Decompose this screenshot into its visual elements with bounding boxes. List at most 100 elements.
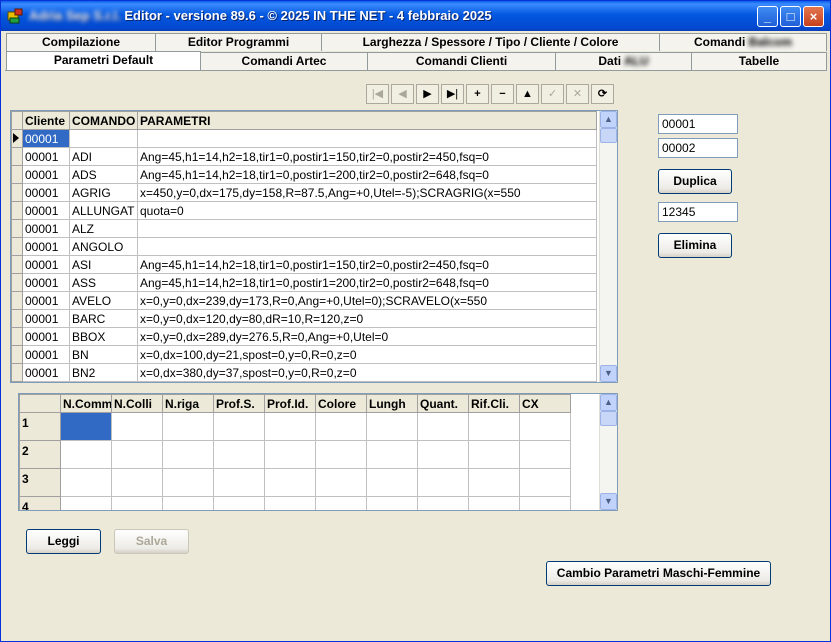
detail-cell[interactable]: [417, 412, 469, 441]
cell-parametri[interactable]: x=0,y=0,dx=239,dy=173,R=0,Ang=+0,Utel=0)…: [137, 291, 597, 310]
cell-comando[interactable]: AVELO: [69, 291, 138, 310]
detail-cell[interactable]: [315, 496, 367, 510]
detail-cell[interactable]: [315, 412, 367, 441]
tab-compilazione[interactable]: Compilazione: [6, 33, 156, 51]
cell-comando[interactable]: ASS: [69, 273, 138, 292]
detail-row[interactable]: 2: [19, 440, 571, 469]
detail-cell[interactable]: [366, 496, 418, 510]
cell-cliente[interactable]: 00001: [22, 255, 70, 274]
cell-parametri[interactable]: Ang=45,h1=14,h2=18,tir1=0,postir1=150,ti…: [137, 255, 597, 274]
detail-cell[interactable]: [162, 440, 214, 469]
detail-cell[interactable]: [111, 468, 163, 497]
detail-cell[interactable]: [60, 440, 112, 469]
scroll-up-icon[interactable]: ▲: [600, 394, 617, 411]
cambio-parametri-button[interactable]: Cambio Parametri Maschi-Femmine: [546, 561, 771, 586]
cliente-from-field[interactable]: 00001: [658, 114, 738, 134]
detail-cell[interactable]: [417, 468, 469, 497]
detail-column-header[interactable]: Quant.: [417, 394, 469, 413]
table-row[interactable]: 00001 BARC x=0,y=0,dx=120,dy=80,dR=10,R=12…: [11, 309, 597, 328]
cell-comando[interactable]: BN2: [69, 363, 138, 382]
detail-cell[interactable]: [60, 412, 112, 441]
detail-cell[interactable]: [213, 496, 265, 510]
cell-comando[interactable]: ALZ: [69, 219, 138, 238]
tab-editor-programmi[interactable]: Editor Programmi: [155, 33, 322, 51]
tab-comandi-artec[interactable]: Comandi Artec: [200, 52, 368, 70]
detail-cell[interactable]: [60, 496, 112, 510]
cell-parametri[interactable]: [137, 129, 597, 148]
cell-cliente[interactable]: 00001: [22, 129, 70, 148]
detail-cell[interactable]: [417, 496, 469, 510]
table-row[interactable]: 00001 ADI Ang=45,h1=14,h2=18,tir1=0,postir…: [11, 147, 597, 166]
nav-cancel-button[interactable]: ✕: [566, 84, 589, 104]
tab-dati-alu[interactable]: Dati ALU: [555, 52, 692, 70]
cell-comando[interactable]: ASI: [69, 255, 138, 274]
detail-column-header[interactable]: N.riga: [162, 394, 214, 413]
column-header-parametri[interactable]: PARAMETRI: [137, 111, 597, 130]
table-row[interactable]: 00001 ANGOLO: [11, 237, 597, 256]
detail-column-header[interactable]: Colore: [315, 394, 367, 413]
cliente-delete-field[interactable]: 12345: [658, 202, 738, 222]
detail-cell[interactable]: [468, 496, 520, 510]
scroll-up-icon[interactable]: ▲: [600, 111, 617, 128]
cell-parametri[interactable]: x=0,dx=380,dy=37,spost=0,y=0,R=0,z=0: [137, 363, 597, 382]
cell-cliente[interactable]: 00001: [22, 219, 70, 238]
nav-last-button[interactable]: ▶|: [441, 84, 464, 104]
detail-cell[interactable]: [417, 440, 469, 469]
cell-cliente[interactable]: 00001: [22, 291, 70, 310]
scroll-down-icon[interactable]: ▼: [600, 365, 617, 382]
cell-parametri[interactable]: x=0,y=0,dx=120,dy=80,dR=10,R=120,z=0: [137, 309, 597, 328]
nav-edit-button[interactable]: ▲: [516, 84, 539, 104]
cell-cliente[interactable]: 00001: [22, 147, 70, 166]
detail-cell[interactable]: [213, 412, 265, 441]
detail-cell[interactable]: [111, 496, 163, 510]
detail-cell[interactable]: [366, 440, 418, 469]
cell-parametri[interactable]: quota=0: [137, 201, 597, 220]
detail-row[interactable]: 1: [19, 412, 571, 441]
cell-parametri[interactable]: Ang=45,h1=14,h2=18,tir1=0,postir1=150,ti…: [137, 147, 597, 166]
tab-tabelle[interactable]: Tabelle: [691, 52, 827, 70]
cell-cliente[interactable]: 00001: [22, 345, 70, 364]
detail-cell[interactable]: [111, 412, 163, 441]
cell-comando[interactable]: BARC: [69, 309, 138, 328]
cell-cliente[interactable]: 00001: [22, 327, 70, 346]
detail-cell[interactable]: [264, 468, 316, 497]
parametri-grid[interactable]: Cliente COMANDO PARAMETRI 00001 00001 ADI A…: [10, 110, 618, 383]
column-header-comando[interactable]: COMANDO: [69, 111, 138, 130]
tab-comandi-balcom[interactable]: Comandi Balcom: [659, 33, 827, 51]
detail-cell[interactable]: [519, 468, 571, 497]
cell-cliente[interactable]: 00001: [22, 237, 70, 256]
leggi-button[interactable]: Leggi: [26, 529, 101, 554]
nav-delete-button[interactable]: −: [491, 84, 514, 104]
table-row[interactable]: 00001 AVELO x=0,y=0,dx=239,dy=173,R=0,Ang=…: [11, 291, 597, 310]
minimize-button[interactable]: _: [757, 6, 778, 27]
cell-parametri[interactable]: x=0,y=0,dx=289,dy=276.5,R=0,Ang=+0,Utel=…: [137, 327, 597, 346]
cell-cliente[interactable]: 00001: [22, 309, 70, 328]
detail-cell[interactable]: [264, 440, 316, 469]
table-row[interactable]: 00001 ASI Ang=45,h1=14,h2=18,tir1=0,postir…: [11, 255, 597, 274]
detail-cell[interactable]: [264, 412, 316, 441]
table-row[interactable]: 00001: [11, 129, 597, 148]
cell-comando[interactable]: ADI: [69, 147, 138, 166]
scroll-thumb[interactable]: [600, 411, 617, 426]
table-row[interactable]: 00001 AGRIG x=450,y=0,dx=175,dy=158,R=87.5…: [11, 183, 597, 202]
cell-parametri[interactable]: [137, 219, 597, 238]
detail-column-header[interactable]: Prof.S.: [213, 394, 265, 413]
detail-cell[interactable]: [213, 440, 265, 469]
cell-cliente[interactable]: 00001: [22, 363, 70, 382]
detail-column-header[interactable]: N.Colli: [111, 394, 163, 413]
detail-cell[interactable]: [468, 440, 520, 469]
cell-parametri[interactable]: Ang=45,h1=14,h2=18,tir1=0,postir1=200,ti…: [137, 165, 597, 184]
salva-button[interactable]: Salva: [114, 529, 189, 554]
detail-cell[interactable]: [264, 496, 316, 510]
cell-comando[interactable]: ANGOLO: [69, 237, 138, 256]
cell-cliente[interactable]: 00001: [22, 273, 70, 292]
maximize-button[interactable]: □: [780, 6, 801, 27]
detail-column-header[interactable]: CX: [519, 394, 571, 413]
nav-prior-button[interactable]: ◀: [391, 84, 414, 104]
cliente-to-field[interactable]: 00002: [658, 138, 738, 158]
detail-cell[interactable]: [162, 468, 214, 497]
cell-comando[interactable]: BN: [69, 345, 138, 364]
detail-column-header[interactable]: Prof.Id.: [264, 394, 316, 413]
detail-cell[interactable]: [162, 496, 214, 510]
detail-column-header[interactable]: Lungh: [366, 394, 418, 413]
